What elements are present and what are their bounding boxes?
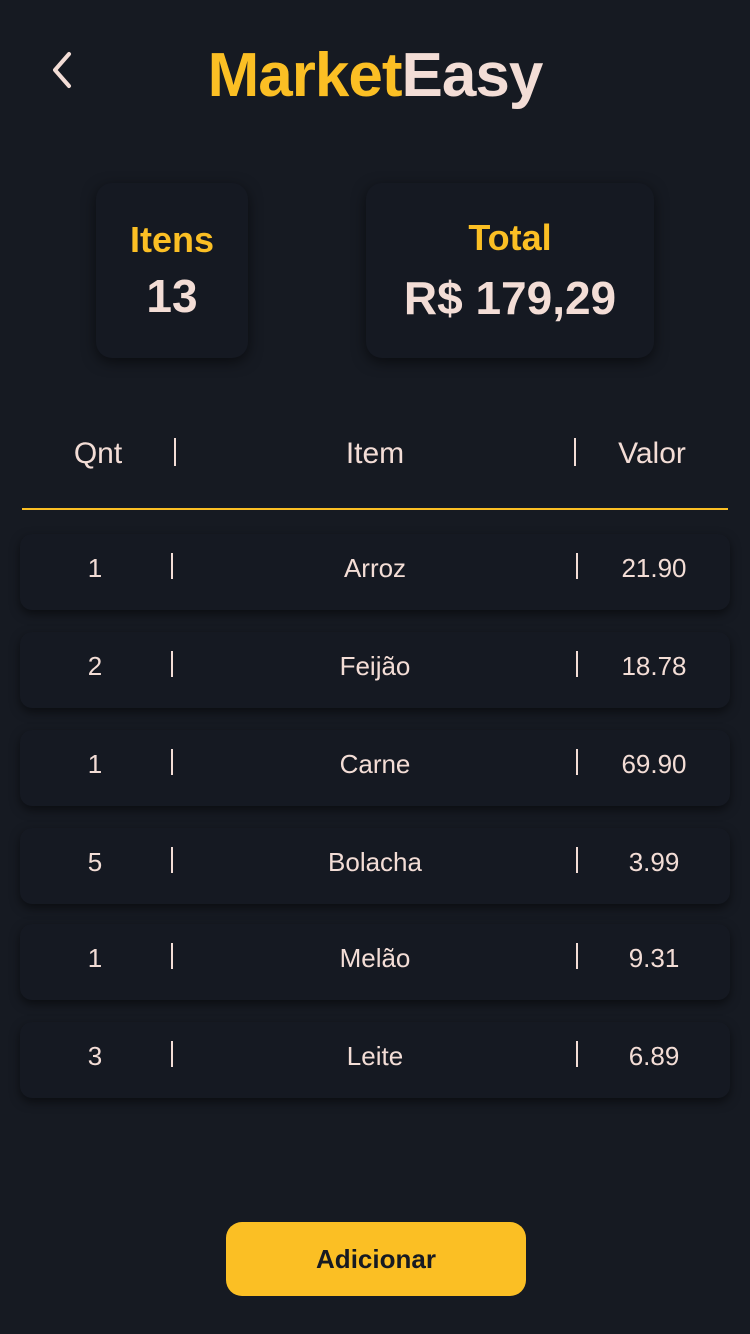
column-divider xyxy=(171,749,173,775)
row-valor: 69.90 xyxy=(621,749,687,779)
row-item: Feijão xyxy=(339,651,411,681)
row-valor: 18.78 xyxy=(621,651,687,681)
header-qnt: Qnt xyxy=(73,437,123,470)
row-valor: 3.99 xyxy=(628,847,680,877)
row-qnt: 5 xyxy=(87,847,103,877)
row-item: Bolacha xyxy=(328,847,422,877)
list-item[interactable]: 3 Leite 6.89 xyxy=(20,1022,730,1098)
row-valor: 6.89 xyxy=(628,1041,680,1071)
add-button[interactable]: Adicionar xyxy=(226,1222,526,1296)
row-item: Leite xyxy=(346,1041,404,1071)
column-divider xyxy=(171,553,173,579)
row-qnt: 1 xyxy=(87,943,103,973)
list-item[interactable]: 2 Feijão 18.78 xyxy=(20,632,730,708)
row-item: Arroz xyxy=(343,553,407,583)
row-valor: 21.90 xyxy=(621,553,687,583)
total-label: Total xyxy=(468,217,552,258)
items-count-card: Itens 13 xyxy=(96,183,248,358)
list-item[interactable]: 1 Carne 69.90 xyxy=(20,730,730,806)
items-value: 13 xyxy=(146,270,198,322)
list-item[interactable]: 1 Melão 9.31 xyxy=(20,924,730,1000)
column-divider xyxy=(171,651,173,677)
header-divider-line xyxy=(22,508,728,510)
header-item: Item xyxy=(345,437,405,470)
app-title: MarketEasy xyxy=(0,40,750,112)
row-qnt: 3 xyxy=(87,1041,103,1071)
row-qnt: 1 xyxy=(87,553,103,583)
items-label: Itens xyxy=(129,219,215,260)
row-valor: 9.31 xyxy=(628,943,680,973)
total-value: R$ 179,29 xyxy=(403,272,617,324)
list-item[interactable]: 5 Bolacha 3.99 xyxy=(20,828,730,904)
row-item: Melão xyxy=(339,943,411,973)
header-valor: Valor xyxy=(618,437,686,470)
app-title-easy: Easy xyxy=(401,41,544,110)
column-divider xyxy=(171,1041,173,1067)
table-header: Qnt Item Valor xyxy=(22,428,728,480)
column-divider xyxy=(171,943,173,969)
row-qnt: 1 xyxy=(87,749,103,779)
total-card: Total R$ 179,29 xyxy=(366,183,654,358)
list-item[interactable]: 1 Arroz 21.90 xyxy=(20,534,730,610)
column-divider xyxy=(171,847,173,873)
row-item: Carne xyxy=(339,749,411,779)
row-qnt: 2 xyxy=(87,651,103,681)
app-title-market: Market xyxy=(207,41,403,110)
